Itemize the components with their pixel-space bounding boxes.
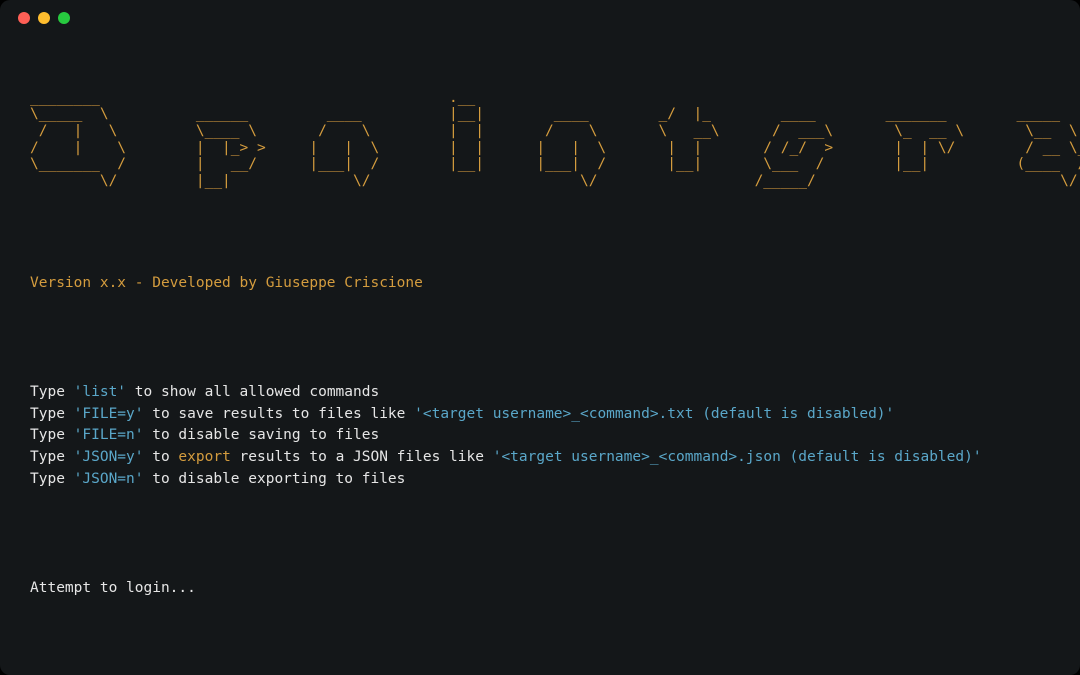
help-line-3-suffix: to disable saving to files bbox=[144, 427, 380, 443]
help-line-3-cmd: 'FILE=n' bbox=[74, 427, 144, 443]
help-line-4-mid2: results to a JSON files like bbox=[231, 449, 493, 465]
help-line-4-export: export bbox=[178, 449, 230, 465]
minimize-button[interactable] bbox=[38, 12, 50, 24]
help-line-1-cmd: 'list' bbox=[74, 384, 126, 400]
help-line-2-example: '<target username>_<command>.txt (defaul… bbox=[414, 406, 894, 422]
close-button[interactable] bbox=[18, 12, 30, 24]
ascii-banner: ________ .__ \_____ \ ______ ____ |__| _… bbox=[30, 90, 1050, 190]
terminal-content[interactable]: ________ .__ \_____ \ ______ ____ |__| _… bbox=[0, 36, 1080, 675]
help-line-4-cmd: 'JSON=y' bbox=[74, 449, 144, 465]
help-line-4-mid1: to bbox=[144, 449, 179, 465]
help-line-4-prefix: Type bbox=[30, 449, 74, 465]
login-attempt: Attempt to login... bbox=[30, 578, 1050, 600]
terminal-window: ________ .__ \_____ \ ______ ____ |__| _… bbox=[0, 0, 1080, 675]
help-line-2-suffix: to save results to files like bbox=[144, 406, 415, 422]
help-line-1-prefix: Type bbox=[30, 384, 74, 400]
help-line-2-prefix: Type bbox=[30, 406, 74, 422]
version-info: Version x.x - Developed by Giuseppe Cris… bbox=[30, 273, 1050, 295]
help-text: Type 'list' to show all allowed commands… bbox=[30, 382, 1050, 491]
help-line-1-suffix: to show all allowed commands bbox=[126, 384, 379, 400]
help-line-4-example: '<target username>_<command>.json (defau… bbox=[493, 449, 982, 465]
help-line-5-suffix: to disable exporting to files bbox=[144, 471, 406, 487]
help-line-5-prefix: Type bbox=[30, 471, 74, 487]
titlebar bbox=[0, 0, 1080, 36]
help-line-2-cmd: 'FILE=y' bbox=[74, 406, 144, 422]
help-line-5-cmd: 'JSON=n' bbox=[74, 471, 144, 487]
maximize-button[interactable] bbox=[58, 12, 70, 24]
help-line-3-prefix: Type bbox=[30, 427, 74, 443]
